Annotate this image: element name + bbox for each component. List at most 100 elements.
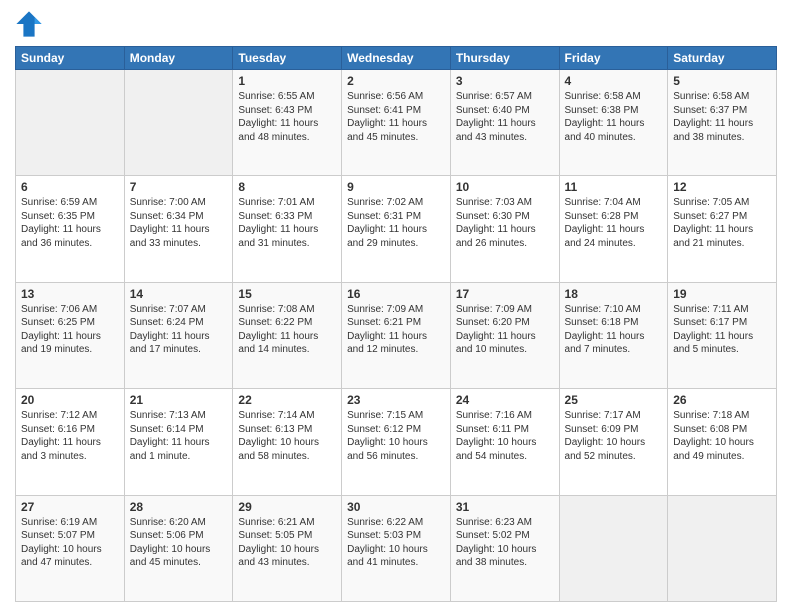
cell-content: Sunrise: 7:11 AMSunset: 6:17 PMDaylight:… [673, 303, 771, 357]
calendar-week-3: 13 Sunrise: 7:06 AMSunset: 6:25 PMDayligh… [16, 282, 777, 388]
cell-content: Sunrise: 6:20 AMSunset: 5:06 PMDaylight:… [130, 516, 228, 570]
calendar-cell: 19 Sunrise: 7:11 AMSunset: 6:17 PMDayligh… [668, 282, 777, 388]
calendar-cell: 9 Sunrise: 7:02 AMSunset: 6:31 PMDaylight… [342, 176, 451, 282]
calendar-cell: 14Sunrise: 7:07 AMSunset: 6:24 PMDayligh… [124, 282, 233, 388]
cell-content: Sunrise: 6:56 AMSunset: 6:41 PMDaylight:… [347, 90, 445, 144]
cell-content: Sunrise: 7:09 AMSunset: 6:21 PMDaylight:… [347, 303, 445, 357]
cell-content: Sunrise: 7:15 AMSunset: 6:12 PMDaylight:… [347, 409, 445, 463]
day-number: 5 [673, 74, 771, 88]
day-number: 27 [21, 500, 119, 514]
calendar-body: 1 Sunrise: 6:55 AMSunset: 6:43 PMDaylight… [16, 70, 777, 602]
calendar-table: SundayMondayTuesdayWednesdayThursdayFrid… [15, 46, 777, 602]
calendar-cell: 10 Sunrise: 7:03 AMSunset: 6:30 PMDayligh… [450, 176, 559, 282]
day-header-tuesday: Tuesday [233, 47, 342, 70]
cell-content: Sunrise: 7:08 AMSunset: 6:22 PMDaylight:… [238, 303, 336, 357]
calendar-cell: 24Sunrise: 7:16 AMSunset: 6:11 PMDayligh… [450, 389, 559, 495]
calendar-cell: 2 Sunrise: 6:56 AMSunset: 6:41 PMDaylight… [342, 70, 451, 176]
calendar-cell: 22Sunrise: 7:14 AMSunset: 6:13 PMDayligh… [233, 389, 342, 495]
day-number: 15 [238, 287, 336, 301]
cell-content: Sunrise: 7:12 AMSunset: 6:16 PMDaylight:… [21, 409, 119, 463]
day-number: 13 [21, 287, 119, 301]
calendar-cell: 27Sunrise: 6:19 AMSunset: 5:07 PMDayligh… [16, 495, 125, 601]
calendar-cell: 1 Sunrise: 6:55 AMSunset: 6:43 PMDaylight… [233, 70, 342, 176]
calendar-cell: 4 Sunrise: 6:58 AMSunset: 6:38 PMDaylight… [559, 70, 668, 176]
day-header-sunday: Sunday [16, 47, 125, 70]
day-header-thursday: Thursday [450, 47, 559, 70]
cell-content: Sunrise: 6:59 AMSunset: 6:35 PMDaylight:… [21, 196, 119, 250]
day-header-friday: Friday [559, 47, 668, 70]
day-number: 3 [456, 74, 554, 88]
page: SundayMondayTuesdayWednesdayThursdayFrid… [0, 0, 792, 612]
calendar-cell: 12 Sunrise: 7:05 AMSunset: 6:27 PMDayligh… [668, 176, 777, 282]
day-number: 16 [347, 287, 445, 301]
calendar-cell: 26Sunrise: 7:18 AMSunset: 6:08 PMDayligh… [668, 389, 777, 495]
cell-content: Sunrise: 6:22 AMSunset: 5:03 PMDaylight:… [347, 516, 445, 570]
cell-content: Sunrise: 6:23 AMSunset: 5:02 PMDaylight:… [456, 516, 554, 570]
day-number: 9 [347, 180, 445, 194]
cell-content: Sunrise: 6:58 AMSunset: 6:37 PMDaylight:… [673, 90, 771, 144]
day-number: 29 [238, 500, 336, 514]
cell-content: Sunrise: 7:18 AMSunset: 6:08 PMDaylight:… [673, 409, 771, 463]
calendar-cell [16, 70, 125, 176]
cell-content: Sunrise: 6:55 AMSunset: 6:43 PMDaylight:… [238, 90, 336, 144]
day-number: 12 [673, 180, 771, 194]
calendar-cell: 6 Sunrise: 6:59 AMSunset: 6:35 PMDaylight… [16, 176, 125, 282]
cell-content: Sunrise: 7:01 AMSunset: 6:33 PMDaylight:… [238, 196, 336, 250]
calendar-cell: 30Sunrise: 6:22 AMSunset: 5:03 PMDayligh… [342, 495, 451, 601]
cell-content: Sunrise: 7:14 AMSunset: 6:13 PMDaylight:… [238, 409, 336, 463]
day-number: 8 [238, 180, 336, 194]
calendar-cell [559, 495, 668, 601]
calendar-cell: 18Sunrise: 7:10 AMSunset: 6:18 PMDayligh… [559, 282, 668, 388]
calendar-cell [124, 70, 233, 176]
calendar-week-4: 20 Sunrise: 7:12 AMSunset: 6:16 PMDayligh… [16, 389, 777, 495]
cell-content: Sunrise: 6:58 AMSunset: 6:38 PMDaylight:… [565, 90, 663, 144]
cell-content: Sunrise: 7:00 AMSunset: 6:34 PMDaylight:… [130, 196, 228, 250]
cell-content: Sunrise: 7:10 AMSunset: 6:18 PMDaylight:… [565, 303, 663, 357]
calendar-cell: 8 Sunrise: 7:01 AMSunset: 6:33 PMDaylight… [233, 176, 342, 282]
calendar-cell: 16 Sunrise: 7:09 AMSunset: 6:21 PMDayligh… [342, 282, 451, 388]
day-header-wednesday: Wednesday [342, 47, 451, 70]
cell-content: Sunrise: 6:21 AMSunset: 5:05 PMDaylight:… [238, 516, 336, 570]
day-number: 2 [347, 74, 445, 88]
cell-content: Sunrise: 7:02 AMSunset: 6:31 PMDaylight:… [347, 196, 445, 250]
calendar-cell: 17 Sunrise: 7:09 AMSunset: 6:20 PMDayligh… [450, 282, 559, 388]
calendar-week-2: 6 Sunrise: 6:59 AMSunset: 6:35 PMDaylight… [16, 176, 777, 282]
day-header-saturday: Saturday [668, 47, 777, 70]
calendar-cell: 21Sunrise: 7:13 AMSunset: 6:14 PMDayligh… [124, 389, 233, 495]
calendar-cell: 13 Sunrise: 7:06 AMSunset: 6:25 PMDayligh… [16, 282, 125, 388]
header [15, 10, 777, 38]
calendar-cell: 5 Sunrise: 6:58 AMSunset: 6:37 PMDaylight… [668, 70, 777, 176]
calendar-cell: 11Sunrise: 7:04 AMSunset: 6:28 PMDayligh… [559, 176, 668, 282]
logo [15, 10, 47, 38]
day-number: 20 [21, 393, 119, 407]
cell-content: Sunrise: 7:05 AMSunset: 6:27 PMDaylight:… [673, 196, 771, 250]
calendar-week-1: 1 Sunrise: 6:55 AMSunset: 6:43 PMDaylight… [16, 70, 777, 176]
calendar-cell [668, 495, 777, 601]
cell-content: Sunrise: 7:03 AMSunset: 6:30 PMDaylight:… [456, 196, 554, 250]
calendar-cell: 7 Sunrise: 7:00 AMSunset: 6:34 PMDaylight… [124, 176, 233, 282]
day-number: 4 [565, 74, 663, 88]
day-number: 1 [238, 74, 336, 88]
day-number: 25 [565, 393, 663, 407]
calendar-header-row: SundayMondayTuesdayWednesdayThursdayFrid… [16, 47, 777, 70]
day-number: 11 [565, 180, 663, 194]
calendar-cell: 29 Sunrise: 6:21 AMSunset: 5:05 PMDayligh… [233, 495, 342, 601]
day-number: 17 [456, 287, 554, 301]
calendar-cell: 15 Sunrise: 7:08 AMSunset: 6:22 PMDayligh… [233, 282, 342, 388]
cell-content: Sunrise: 7:07 AMSunset: 6:24 PMDaylight:… [130, 303, 228, 357]
logo-icon [15, 10, 43, 38]
day-number: 28 [130, 500, 228, 514]
calendar-cell: 28 Sunrise: 6:20 AMSunset: 5:06 PMDayligh… [124, 495, 233, 601]
cell-content: Sunrise: 7:09 AMSunset: 6:20 PMDaylight:… [456, 303, 554, 357]
cell-content: Sunrise: 7:06 AMSunset: 6:25 PMDaylight:… [21, 303, 119, 357]
day-number: 10 [456, 180, 554, 194]
day-number: 23 [347, 393, 445, 407]
calendar-cell: 23 Sunrise: 7:15 AMSunset: 6:12 PMDayligh… [342, 389, 451, 495]
calendar-cell: 25 Sunrise: 7:17 AMSunset: 6:09 PMDayligh… [559, 389, 668, 495]
day-header-monday: Monday [124, 47, 233, 70]
day-number: 19 [673, 287, 771, 301]
cell-content: Sunrise: 7:17 AMSunset: 6:09 PMDaylight:… [565, 409, 663, 463]
day-number: 7 [130, 180, 228, 194]
day-number: 6 [21, 180, 119, 194]
calendar-cell: 31Sunrise: 6:23 AMSunset: 5:02 PMDayligh… [450, 495, 559, 601]
